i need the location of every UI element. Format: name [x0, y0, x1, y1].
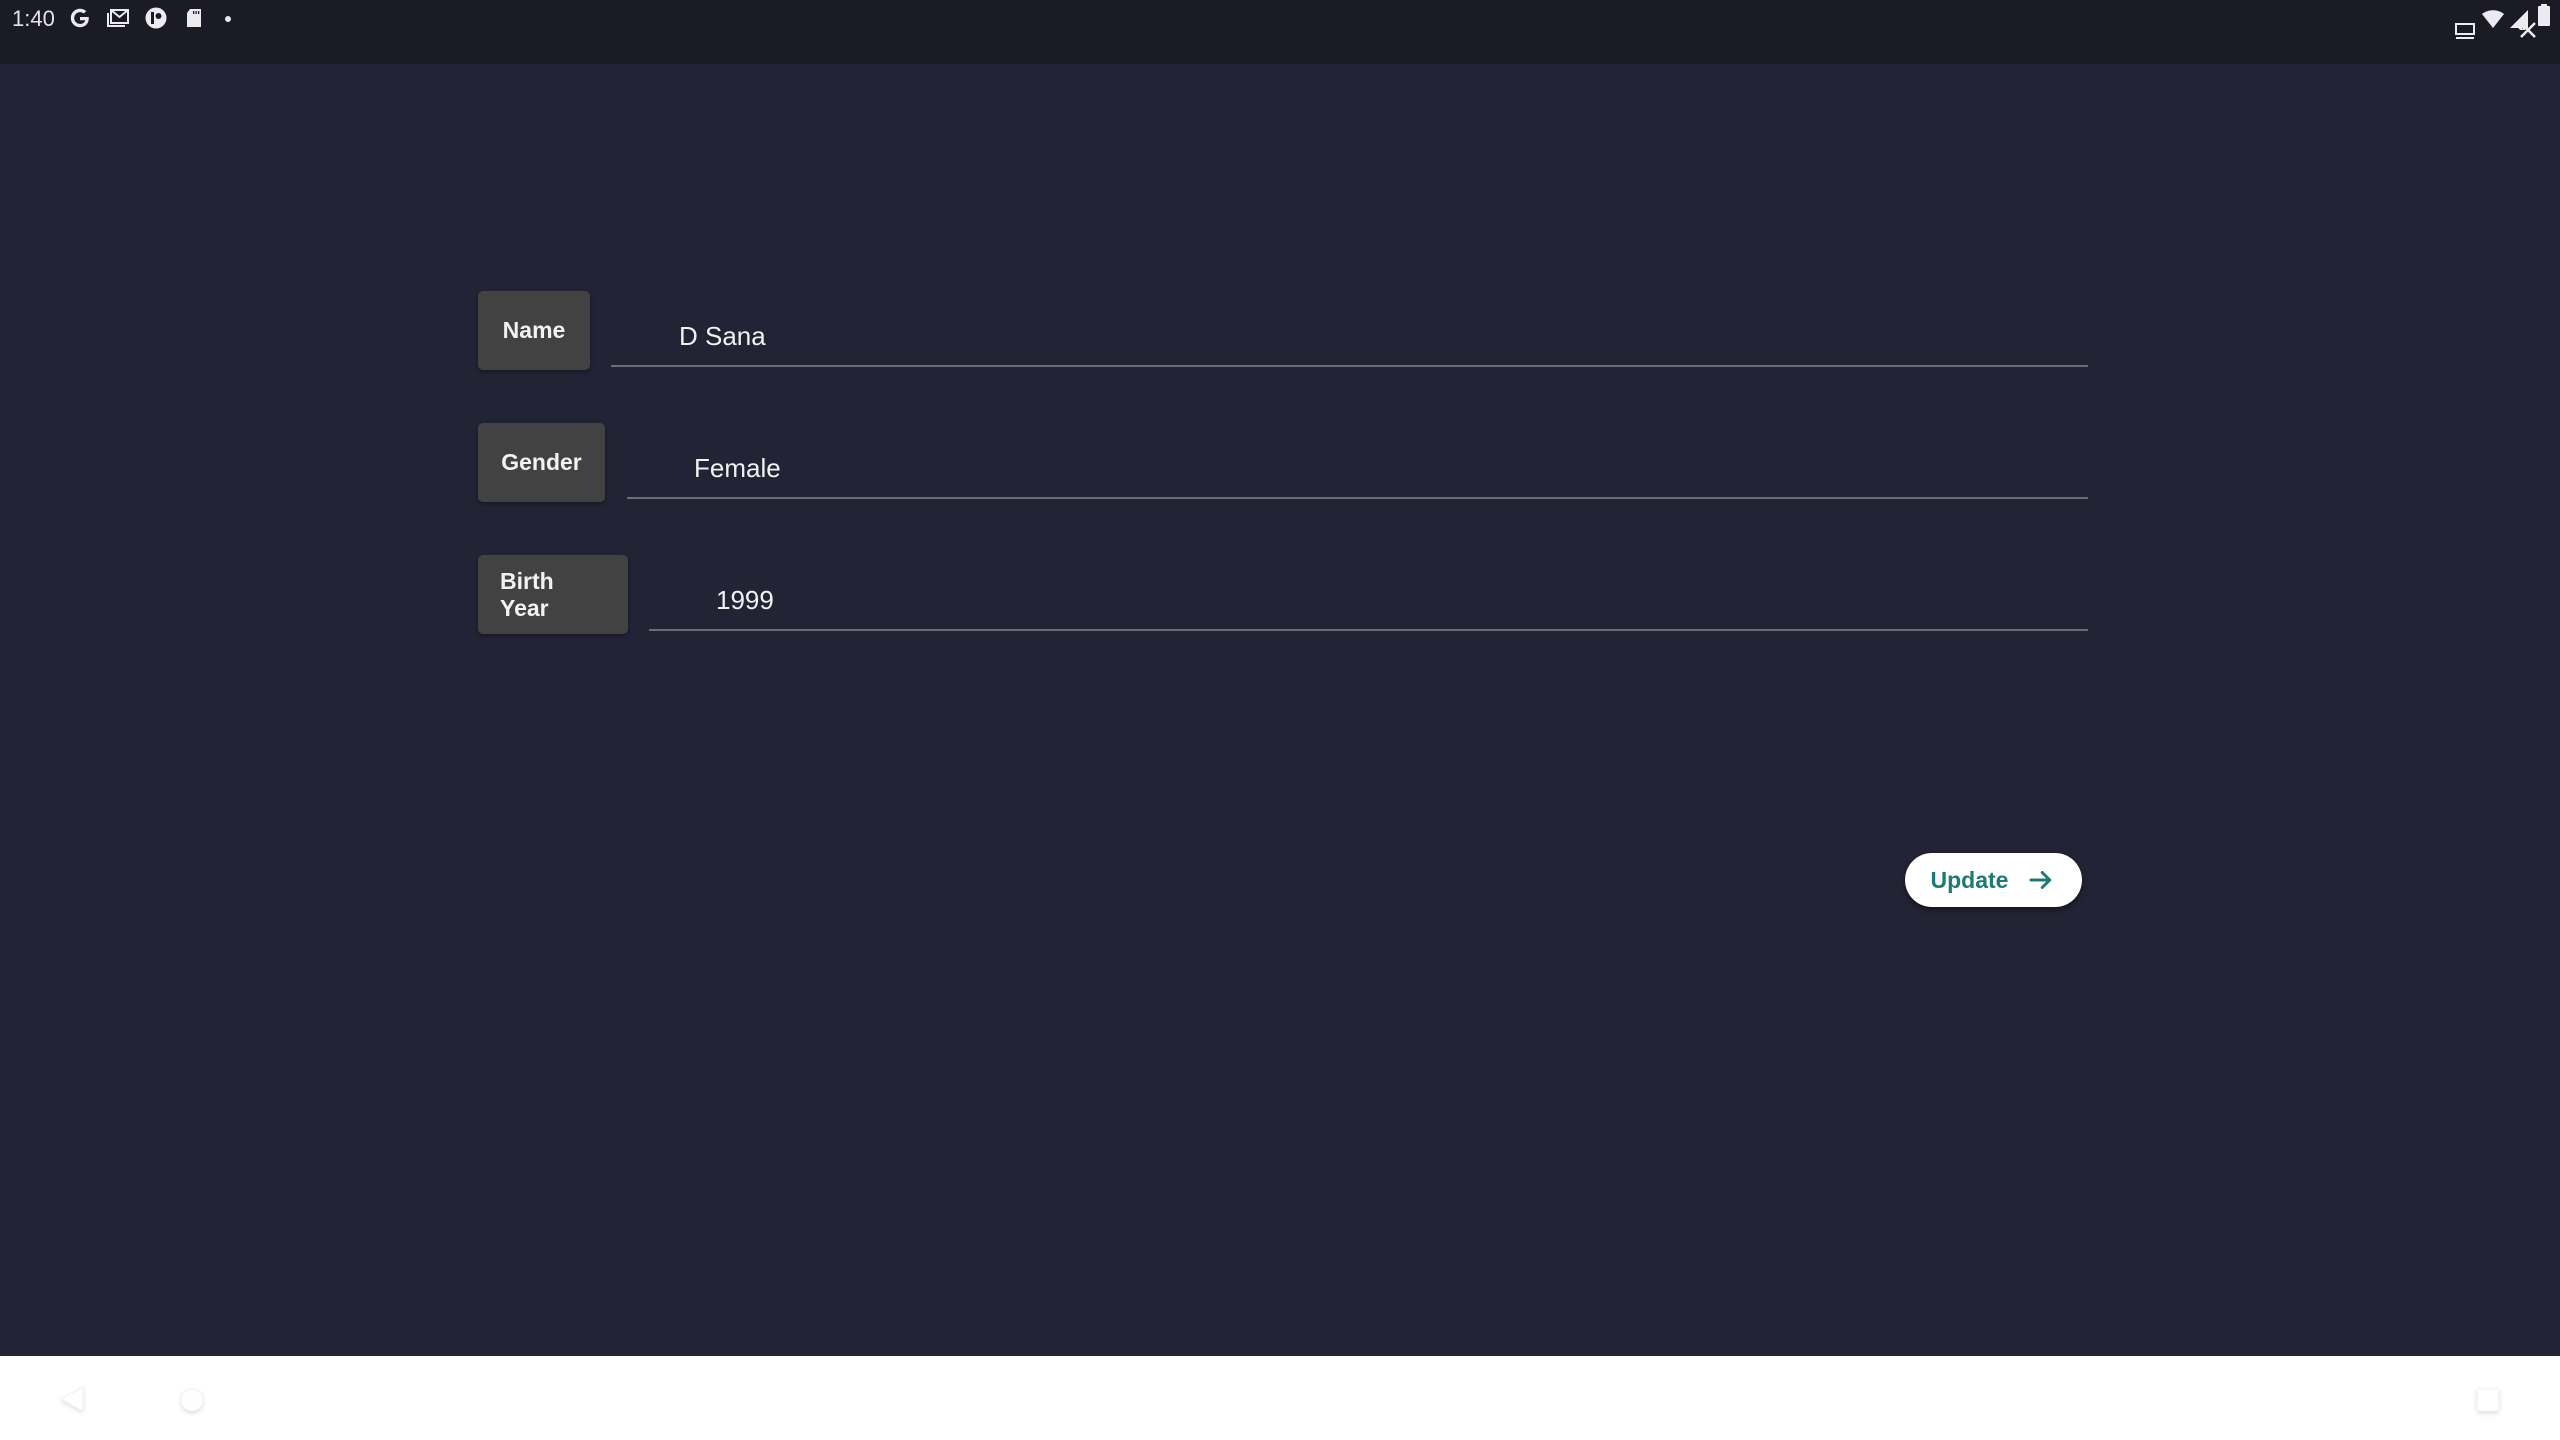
- sd-card-icon: [182, 6, 206, 30]
- birth-year-label: Birth Year: [478, 555, 628, 634]
- update-button[interactable]: Update: [1905, 853, 2082, 907]
- status-time: 1:40: [12, 6, 55, 31]
- recents-button[interactable]: [2468, 1380, 2508, 1420]
- wifi-icon: [2481, 6, 2505, 30]
- home-icon: [180, 1388, 204, 1412]
- name-field[interactable]: D Sana: [611, 307, 2088, 367]
- no-data-icon: [2516, 18, 2540, 42]
- notification-dot: [225, 16, 231, 22]
- navigation-bar: [0, 1356, 2560, 1440]
- home-button[interactable]: [172, 1380, 212, 1420]
- app-icon: [144, 6, 168, 30]
- gender-field[interactable]: Female: [627, 439, 2088, 499]
- update-button-label: Update: [1930, 866, 2009, 893]
- recents-icon: [2476, 1388, 2500, 1412]
- cast-icon: [2453, 18, 2477, 42]
- birth-year-field[interactable]: 1999: [649, 571, 2088, 631]
- gender-label: Gender: [478, 423, 605, 502]
- back-icon: [59, 1386, 84, 1412]
- gender-value: Female: [694, 453, 781, 483]
- google-icon: [68, 6, 92, 30]
- back-button[interactable]: [52, 1380, 92, 1420]
- arrow-right-icon: [2026, 865, 2056, 895]
- app-body: [0, 64, 2560, 1356]
- birth-year-value: 1999: [716, 585, 774, 615]
- name-value: D Sana: [679, 321, 766, 351]
- name-label: Name: [478, 291, 590, 370]
- gmail-icon: [106, 6, 130, 30]
- status-bar: 1:40: [0, 0, 2560, 64]
